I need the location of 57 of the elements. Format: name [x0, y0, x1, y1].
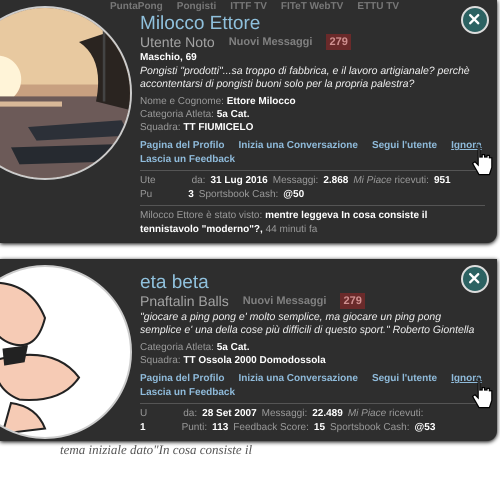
field-label: Squadra:	[140, 355, 181, 366]
profile-link[interactable]: Inizia una Conversazione	[238, 372, 358, 386]
stat-label: Mi Piace ricevuti:	[353, 174, 429, 188]
field-value: TT Ossola 2000 Domodossola	[183, 355, 326, 366]
user-name: eta beta	[140, 272, 209, 293]
user-title: Utente Noto	[140, 34, 215, 50]
stat-label: Pu	[140, 188, 152, 202]
stat-label: Ute	[140, 174, 156, 188]
field-value: 5a Cat.	[216, 109, 250, 120]
stat-label: da:	[192, 174, 206, 188]
stat-label: U	[140, 407, 148, 421]
stat-value: 28 Set 2007	[202, 407, 257, 421]
user-title: Pnaftalin Balls	[140, 293, 229, 309]
count-badge: 279	[340, 293, 365, 309]
stat-label: Mi Piace ricevuti:	[348, 407, 424, 421]
stat-value: 113	[212, 421, 228, 435]
stat-value: 22.489	[312, 407, 343, 421]
stat-value: @53	[414, 421, 436, 435]
field-label: Squadra:	[140, 122, 181, 133]
stat-value: @50	[283, 188, 304, 202]
close-button[interactable]	[461, 6, 489, 34]
last-seen-text: Milocco Ettore è stato visto: mentre leggeva In cosa consiste il tennistavolo "moderno"?, 44 minuti fa	[140, 209, 428, 237]
user-quote: "giocare a ping pong e' molto semplice, ma giocare un ping pong semplice e' una della cose più difficili di questo sport." Roberto Giontella	[140, 311, 476, 337]
field-label: Categoria Atleta:	[140, 342, 214, 353]
field-value: Ettore Milocco	[226, 96, 296, 107]
field-label: Categoria Atleta:	[140, 109, 214, 120]
stat-label: da:	[183, 407, 198, 421]
profile-link[interactable]: Pagina del Profilo	[140, 372, 224, 386]
stat-label: Feedback Score:	[233, 421, 309, 435]
stat-value: 15	[314, 421, 326, 435]
profile-link[interactable]: Lascia un Feedback	[140, 386, 236, 400]
close-button[interactable]	[461, 265, 489, 293]
user-quote: Pongisti "prodotti"...sa troppo di fabbrica, e il lavoro artigianale? perchè accontentarsi di pongisti buoni solo per la propria palestra?	[140, 65, 471, 91]
gender-age: Maschio, 69	[140, 52, 198, 63]
stat-value: 3	[188, 188, 194, 202]
stat-label: Punti:	[182, 421, 208, 435]
user-name: Milocco Ettore	[140, 13, 260, 34]
profile-link[interactable]: Ignora	[451, 372, 482, 386]
field-label: Nome e Cognome:	[140, 96, 224, 107]
profile-link[interactable]: Inizia una Conversazione	[238, 139, 358, 153]
page-text: tema iniziale dato"In cosa consiste il	[59, 442, 252, 458]
field-value: 5a Cat.	[216, 342, 250, 353]
profile-link[interactable]: Ignora	[451, 139, 482, 153]
stat-label: Sportsbook Cash:	[330, 421, 410, 435]
profile-link[interactable]: Pagina del Profilo	[140, 139, 224, 153]
count-badge: 279	[326, 34, 351, 50]
profile-link[interactable]: Lascia un Feedback	[140, 153, 236, 167]
profile-link[interactable]: Segui l'utente	[372, 139, 438, 153]
stat-value: 951	[434, 174, 451, 188]
stat-label: Messaggi:	[262, 407, 308, 421]
stat-value: 2.868	[323, 174, 348, 188]
field-value: TT FIUMICELO	[183, 122, 254, 133]
stat-label: Sportsbook Cash:	[198, 188, 278, 202]
stat-label: Messaggi:	[272, 174, 318, 188]
stat-value: 1	[140, 421, 146, 435]
profile-link[interactable]: Segui l'utente	[372, 372, 438, 386]
stat-value: 31 Lug 2016	[210, 174, 268, 188]
